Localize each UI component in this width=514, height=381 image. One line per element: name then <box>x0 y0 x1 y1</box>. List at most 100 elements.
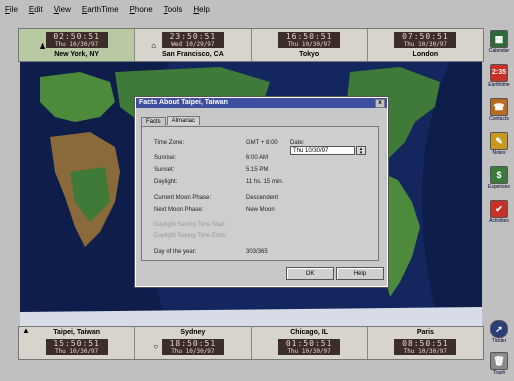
field-label: Sunrise: <box>154 155 177 161</box>
tool-contacts[interactable]: ☎ Contacts <box>488 98 510 122</box>
menu-view[interactable]: View <box>53 5 72 19</box>
tool-label: Expenses <box>488 184 510 190</box>
clock-city: London <box>412 51 439 58</box>
help-button[interactable]: Help <box>336 267 384 280</box>
clock-display: 15:50:51 Thu 10/30/97 <box>45 339 108 355</box>
clock-display: 01:50:51 Thu 10/30/97 <box>278 339 341 355</box>
clock-date: Wed 10/29/97 <box>171 41 215 48</box>
date-field[interactable]: Thu 10/30/97 <box>290 146 355 155</box>
clock-display: 07:50:51 Thu 10/30/97 <box>394 32 457 48</box>
activities-icon: ✔ <box>490 200 508 218</box>
field-label: Day of the year: <box>154 249 197 255</box>
clock-cell-london[interactable]: 07:50:51 Thu 10/30/97 London <box>368 29 483 61</box>
field-value: 303/365 <box>246 249 268 255</box>
clock-city: Paris <box>416 329 434 336</box>
notes-icon: ✎ <box>490 132 508 150</box>
clock-city: Taipei, Taiwan <box>53 329 101 336</box>
clock-date: Thu 10/30/97 <box>403 41 448 48</box>
dialog-title-bar[interactable]: Facts About Taipei, Taiwan x <box>136 98 387 108</box>
field-value: 5:15 PM <box>246 167 269 173</box>
ok-button[interactable]: OK <box>286 267 334 280</box>
close-icon[interactable]: x <box>375 99 385 108</box>
clock-cell-taipei[interactable]: ▲ Taipei, Taiwan 15:50:51 Thu 10/30/97 <box>19 327 136 359</box>
field-label: Daylight Saving Time Ends: <box>154 233 228 239</box>
clock-display: 16:50:51 Thu 10/30/97 <box>278 32 341 48</box>
side-toolbar: ▦ Calendar 2:35 Earthtime ☎ Contacts ✎ N… <box>486 26 512 380</box>
clock-cell-new-york[interactable]: ♟ 02:50:51 Thu 10/30/97 New York, NY <box>19 29 136 61</box>
tool-notes[interactable]: ✎ Notes <box>488 132 510 156</box>
tool-label: Contacts <box>489 116 509 122</box>
field-label: Next Moon Phase: <box>154 207 204 213</box>
calendar-icon: ▦ <box>490 30 508 48</box>
clock-icon: 2:35 <box>490 64 508 82</box>
clock-city: New York, NY <box>54 51 100 58</box>
menu-phone[interactable]: Phone <box>129 5 154 19</box>
tool-label: Notes <box>492 150 506 156</box>
clock-time: 15:50:51 <box>53 339 100 348</box>
clock-city: Sydney <box>180 329 206 336</box>
field-label: Daylight Saving Time Start: <box>154 222 227 228</box>
clock-cell-sydney[interactable]: ○ Sydney 18:50:51 Thu 10/30/97 <box>135 327 252 359</box>
field-label: Current Moon Phase: <box>154 195 212 201</box>
clock-display: 18:50:51 Thu 10/30/97 <box>161 339 224 355</box>
clock-cell-chicago[interactable]: Chicago, IL 01:50:51 Thu 10/30/97 <box>252 327 368 359</box>
menu-bar: File Edit View EarthTime Phone Tools Hel… <box>4 5 484 19</box>
clock-time: 08:50:51 <box>402 339 449 348</box>
field-value: GMT + 8:00 <box>246 140 278 146</box>
clock-date: Thu 10/30/97 <box>54 41 99 48</box>
clock-date: Thu 10/30/97 <box>287 41 331 48</box>
clock-date: Thu 10/30/97 <box>171 348 215 355</box>
contacts-icon: ☎ <box>490 98 508 116</box>
tool-label: Tickler <box>491 338 507 344</box>
field-label: Time Zone: <box>154 140 185 146</box>
clock-cell-tokyo[interactable]: 16:50:51 Thu 10/30/97 Tokyo <box>252 29 368 61</box>
top-clock-strip: ♟ 02:50:51 Thu 10/30/97 New York, NY ⌂ 2… <box>18 28 484 62</box>
tool-label: Calendar <box>488 48 510 54</box>
tool-tickler[interactable]: ➚ Tickler <box>488 320 510 344</box>
tool-calendar[interactable]: ▦ Calendar <box>488 30 510 54</box>
tool-label: Earthtime <box>488 82 510 88</box>
earthtime-window: File Edit View EarthTime Phone Tools Hel… <box>0 0 514 381</box>
clock-display: 08:50:51 Thu 10/30/97 <box>394 339 457 355</box>
tool-label: Activities <box>489 218 509 224</box>
tool-trash[interactable]: 🗑 Trash <box>488 352 510 376</box>
clock-date: Thu 10/30/97 <box>54 348 99 355</box>
clock-city: San Francisco, CA <box>161 51 224 58</box>
clock-city: Tokyo <box>299 51 320 58</box>
menu-tools[interactable]: Tools <box>163 5 184 19</box>
clock-city: Chicago, IL <box>290 329 328 336</box>
dialog-tabs: Facts Almanac <box>141 116 201 126</box>
field-value: 11 hs. 15 min. <box>246 179 284 185</box>
field-value: 6:00 AM <box>246 155 269 161</box>
circle-icon: ○ <box>153 342 159 351</box>
compass-icon: ➚ <box>490 320 508 338</box>
field-label: Sunset: <box>154 167 175 173</box>
menu-file[interactable]: File <box>4 5 19 19</box>
tool-label: Trash <box>492 370 506 376</box>
menu-edit[interactable]: Edit <box>28 5 44 19</box>
tool-activities[interactable]: ✔ Activities <box>488 200 510 224</box>
clock-display: 23:50:51 Wed 10/29/97 <box>161 32 224 48</box>
clock-cell-paris[interactable]: Paris 08:50:51 Thu 10/30/97 <box>368 327 483 359</box>
clock-date: Thu 10/30/97 <box>403 348 448 355</box>
clock-date: Thu 10/30/97 <box>287 348 331 355</box>
tab-facts[interactable]: Facts <box>141 117 166 126</box>
almanac-panel: Time Zone: GMT + 8:00 Date: Thu 10/30/97… <box>141 126 379 261</box>
tool-earthtime[interactable]: 2:35 Earthtime <box>488 64 510 88</box>
home-icon: ⌂ <box>151 41 157 50</box>
dialog-title: Facts About Taipei, Taiwan <box>139 99 228 106</box>
menu-help[interactable]: Help <box>192 5 210 19</box>
tab-almanac[interactable]: Almanac <box>166 116 201 125</box>
clock-time: 18:50:51 <box>169 339 217 348</box>
clock-time: 16:50:51 <box>285 32 333 41</box>
clock-cell-san-francisco[interactable]: ⌂ 23:50:51 Wed 10/29/97 San Francisco, C… <box>135 29 252 61</box>
facts-dialog: Facts About Taipei, Taiwan x Facts Alman… <box>134 96 389 288</box>
clock-time: 07:50:51 <box>402 32 449 41</box>
menu-earthtime[interactable]: EarthTime <box>81 5 120 19</box>
clock-time: 01:50:51 <box>285 339 333 348</box>
field-value: Descendent <box>246 195 279 201</box>
clock-time: 23:50:51 <box>169 32 217 41</box>
tool-expenses[interactable]: $ Expenses <box>488 166 510 190</box>
date-stepper[interactable]: ▴ ▾ <box>356 146 366 156</box>
bottom-clock-strip: ▲ Taipei, Taiwan 15:50:51 Thu 10/30/97 ○… <box>18 326 484 360</box>
